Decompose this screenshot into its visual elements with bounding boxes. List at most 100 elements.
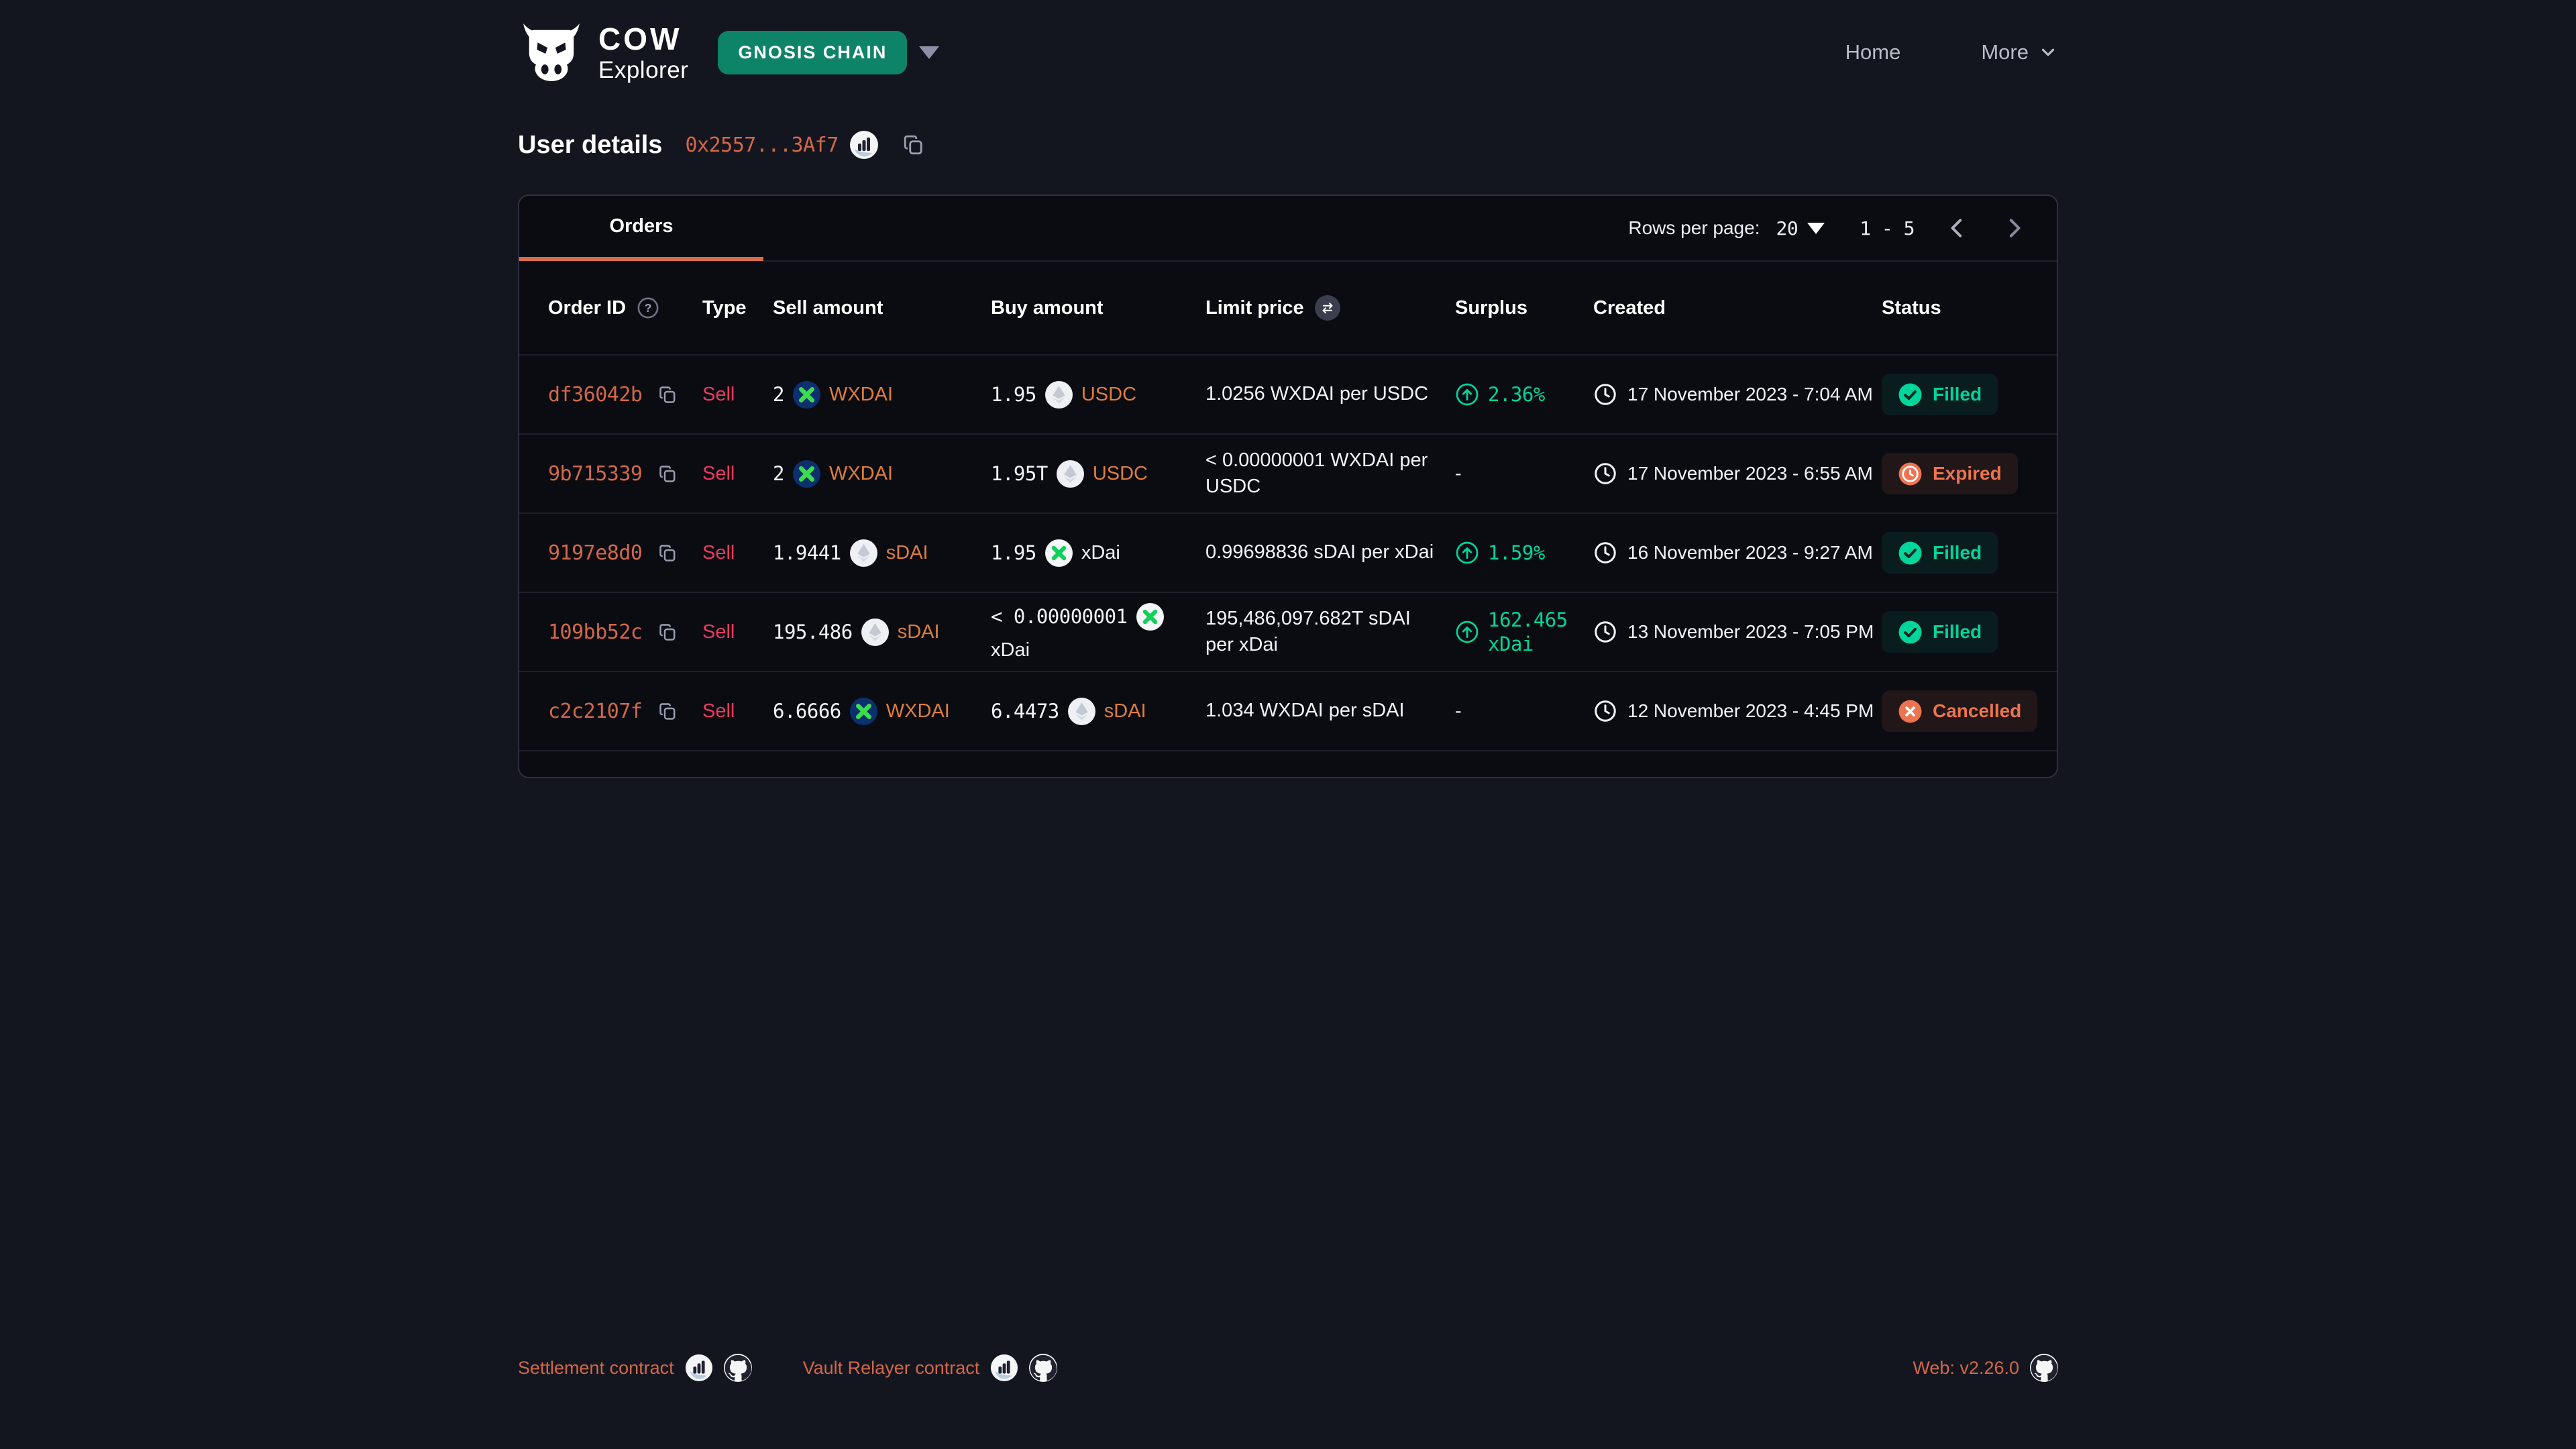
tab-orders[interactable]: Orders xyxy=(519,195,763,261)
surplus-up-icon xyxy=(1455,382,1479,407)
surplus-cell: 1.59% xyxy=(1455,541,1593,565)
buy-amount-cell: 1.95USDC xyxy=(991,381,1205,409)
cancelled-x-icon xyxy=(1898,699,1923,724)
token-sdai-link[interactable]: sDAI xyxy=(1104,700,1146,722)
brand-text: COW Explorer xyxy=(598,23,688,82)
token-wxdai-link[interactable]: WXDAI xyxy=(886,700,950,722)
token-xdai-link: xDai xyxy=(1081,542,1120,564)
blockscout-explorer-link[interactable] xyxy=(839,130,879,160)
order-row: 109bb52cSell195.486sDAI< 0.00000001xDai1… xyxy=(519,593,2057,672)
order-id-link[interactable]: 109bb52c xyxy=(548,621,643,644)
order-id-cell: 9b715339 xyxy=(548,462,702,486)
blockscout-icon[interactable] xyxy=(990,1354,1018,1382)
clock-icon xyxy=(1593,699,1617,723)
web-version-link[interactable]: Web: v2.26.0 xyxy=(1913,1358,2019,1379)
amount-value: 6.4473 xyxy=(991,700,1059,722)
github-icon[interactable] xyxy=(1029,1354,1057,1382)
settlement-contract-link[interactable]: Settlement contract xyxy=(518,1358,674,1379)
copy-order-id-button[interactable] xyxy=(657,464,678,484)
status-cell: Expired xyxy=(1882,453,2028,494)
token-wxdai-link[interactable]: WXDAI xyxy=(829,384,893,406)
network-badge[interactable]: GNOSIS CHAIN xyxy=(718,31,907,74)
token-wxdai-link[interactable]: WXDAI xyxy=(829,463,893,485)
order-type-cell: Sell xyxy=(702,463,773,485)
copy-order-id-button[interactable] xyxy=(657,701,678,722)
buy-amount-cell: 1.95 xDai xyxy=(991,539,1205,567)
page-range: 1 - 5 xyxy=(1860,217,1915,239)
footer-version: Web: v2.26.0 xyxy=(1913,1354,2058,1382)
order-type-cell: Sell xyxy=(702,700,773,722)
created-cell: 12 November 2023 - 4:45 PM xyxy=(1593,699,1882,723)
nav-item-more[interactable]: More xyxy=(1981,40,2058,64)
buy-amount-cell: < 0.00000001xDai xyxy=(991,603,1205,661)
buy-amount-cell: 6.4473 sDAI xyxy=(991,698,1205,725)
rows-per-page-select[interactable]: 20 xyxy=(1776,217,1825,239)
settlement-contract-link-group: Settlement contract xyxy=(518,1354,752,1382)
order-type-cell: Sell xyxy=(702,621,773,643)
amount-value: 1.95T xyxy=(991,462,1048,485)
pagination-controls: Rows per page: 20 1 - 5 xyxy=(1628,215,2027,241)
page-title: User details xyxy=(518,131,662,160)
column-header-type: Type xyxy=(702,297,773,319)
copy-icon xyxy=(657,543,678,564)
cow-explorer-logo[interactable]: COW Explorer xyxy=(518,23,688,82)
main-content: User details 0x2557...3Af7 Orders Rows p… xyxy=(518,130,2058,778)
token-usdc-link[interactable]: USDC xyxy=(1093,463,1148,485)
column-header-status: Status xyxy=(1882,297,2028,319)
amount-value: 2 xyxy=(773,383,784,406)
amount-value: 2 xyxy=(773,462,784,485)
help-icon[interactable]: ? xyxy=(637,297,659,319)
user-address-link[interactable]: 0x2557...3Af7 xyxy=(685,133,838,157)
column-header-limit-price: Limit price xyxy=(1205,295,1455,321)
github-icon[interactable] xyxy=(724,1354,752,1382)
nav-more-label: More xyxy=(1981,40,2029,64)
order-id-link[interactable]: c2c2107f xyxy=(548,700,643,723)
clock-icon xyxy=(1593,541,1617,565)
order-row: 9197e8d0Sell1.9441sDAI1.95xDai0.99698836… xyxy=(519,514,2057,593)
order-type-cell: Sell xyxy=(702,542,773,564)
xdai-token-icon xyxy=(1045,539,1073,567)
brand-title: COW xyxy=(598,23,688,54)
expired-clock-icon xyxy=(1898,462,1923,486)
chevron-down-icon[interactable] xyxy=(919,46,939,59)
token-sdai-link[interactable]: sDAI xyxy=(886,542,928,564)
chevron-down-icon xyxy=(2038,42,2058,62)
token-xdai-link: xDai xyxy=(991,639,1030,661)
dropdown-arrow-icon xyxy=(1807,223,1825,234)
nav-item-home[interactable]: Home xyxy=(1845,40,1901,64)
copy-address-button[interactable] xyxy=(902,133,926,157)
chevron-left-icon[interactable] xyxy=(1944,215,1971,241)
order-id-link[interactable]: 9197e8d0 xyxy=(548,541,643,565)
check-circle-icon xyxy=(1898,620,1923,645)
status-badge: Cancelled xyxy=(1882,690,2037,732)
status-cell: Filled xyxy=(1882,532,2028,574)
usdc-token-icon xyxy=(1045,381,1073,409)
card-toolbar: Orders Rows per page: 20 1 - 5 xyxy=(519,196,2057,262)
order-type-cell: Sell xyxy=(702,384,773,406)
vault-relayer-contract-link[interactable]: Vault Relayer contract xyxy=(803,1358,980,1379)
copy-order-id-button[interactable] xyxy=(657,543,678,564)
copy-order-id-button[interactable] xyxy=(657,384,678,405)
status-cell: Filled xyxy=(1882,611,2028,653)
clock-icon xyxy=(1593,382,1617,407)
limit-price-cell: 0.99698836 sDAI per xDai xyxy=(1205,539,1455,566)
orders-table: Order ID?TypeSell amountBuy amountLimit … xyxy=(519,262,2057,751)
network-selector[interactable]: GNOSIS CHAIN xyxy=(718,31,939,74)
status-badge: Filled xyxy=(1882,532,1998,574)
token-sdai-link[interactable]: sDAI xyxy=(898,621,940,643)
amount-value: 1.95 xyxy=(991,541,1036,564)
blockscout-icon[interactable] xyxy=(685,1354,713,1382)
order-id-cell: df36042b xyxy=(548,383,702,407)
invert-price-button[interactable] xyxy=(1315,295,1340,321)
brand-subtitle: Explorer xyxy=(598,58,688,82)
copy-order-id-button[interactable] xyxy=(657,622,678,643)
order-id-link[interactable]: df36042b xyxy=(548,383,643,407)
chevron-right-icon[interactable] xyxy=(2000,215,2027,241)
wxdai-token-icon xyxy=(793,460,820,488)
order-id-link[interactable]: 9b715339 xyxy=(548,462,643,486)
token-usdc-link[interactable]: USDC xyxy=(1081,384,1136,406)
copy-icon xyxy=(657,701,678,722)
github-icon[interactable] xyxy=(2030,1354,2058,1382)
sell-amount-cell: 2 WXDAI xyxy=(773,460,991,488)
limit-price-cell: 1.0256 WXDAI per USDC xyxy=(1205,381,1455,407)
